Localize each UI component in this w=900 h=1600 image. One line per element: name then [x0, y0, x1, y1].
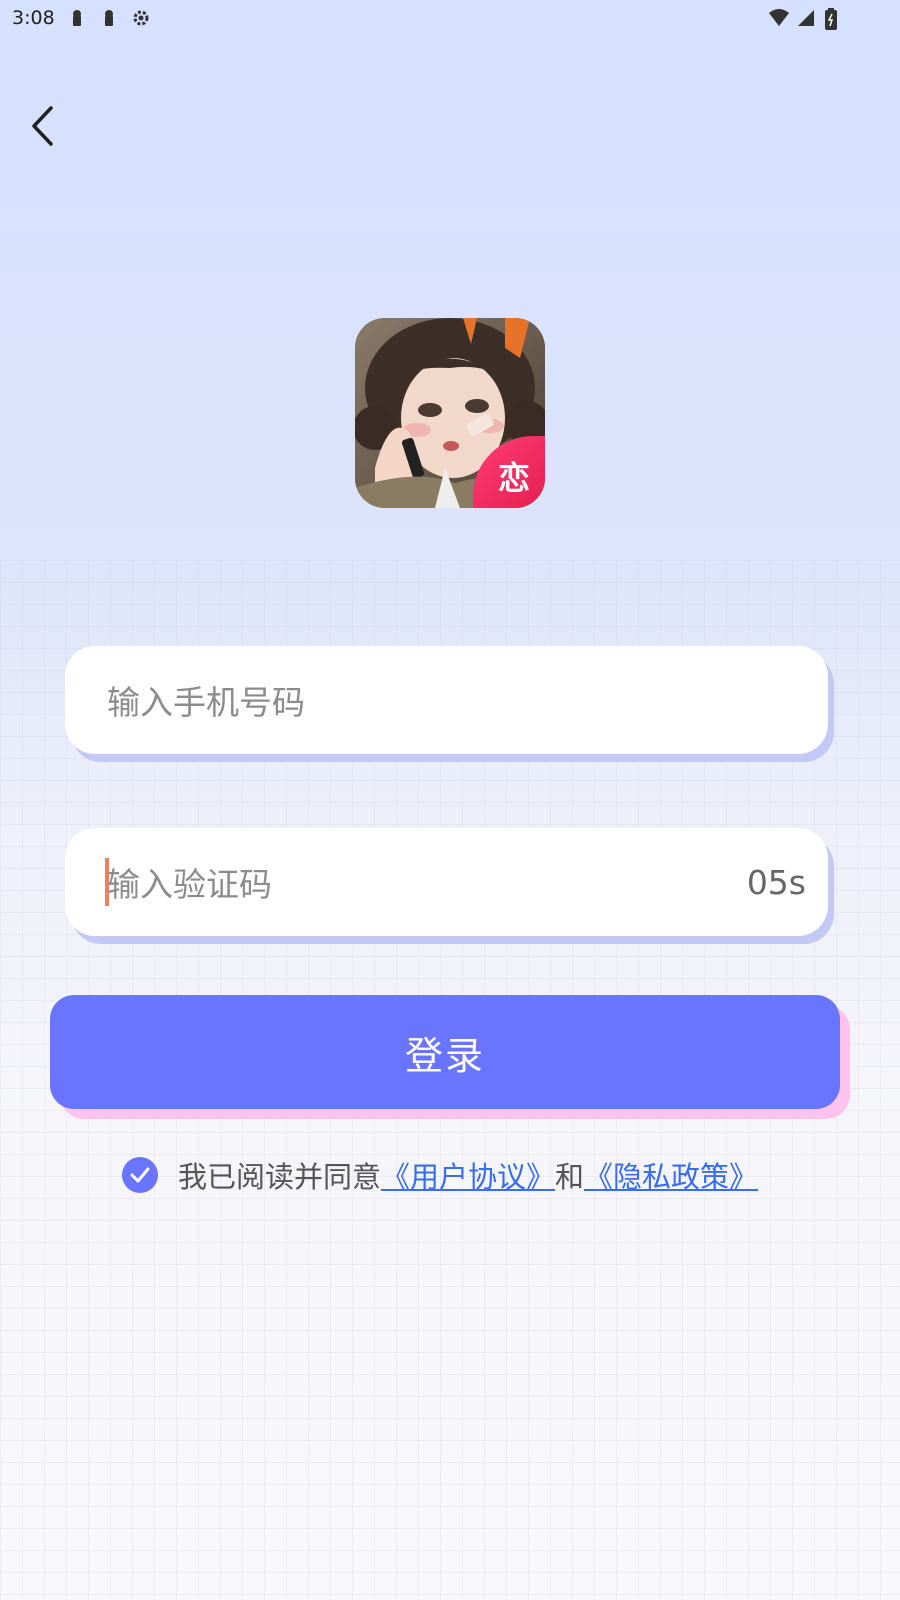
phone-input[interactable]: 输入手机号码: [65, 646, 828, 754]
back-button[interactable]: [20, 102, 64, 154]
signal-icon: [796, 8, 816, 28]
agreement-row: 我已阅读并同意 《用户协议》 和 《隐私政策》: [122, 1155, 758, 1195]
battery-icon: [824, 8, 844, 30]
notification-icon: [67, 8, 87, 28]
settings-icon: [131, 8, 151, 28]
verification-code-input[interactable]: 输入验证码 05s: [65, 828, 828, 936]
status-bar: 3:08: [0, 0, 900, 36]
code-placeholder: 输入验证码: [107, 865, 272, 904]
check-icon: [130, 1167, 150, 1183]
login-button[interactable]: 登录: [50, 995, 840, 1109]
agreement-checkbox[interactable]: [122, 1157, 158, 1193]
status-icons-left: [67, 8, 151, 28]
chevron-left-icon: [29, 105, 55, 151]
app-logo: 恋: [355, 318, 545, 508]
agreement-joiner: 和: [555, 1160, 585, 1194]
phone-placeholder: 输入手机号码: [107, 683, 305, 722]
privacy-policy-link[interactable]: 《隐私政策》: [584, 1154, 758, 1196]
status-time: 3:08: [12, 7, 55, 29]
agreement-prefix: 我已阅读并同意: [178, 1160, 382, 1194]
user-agreement-link[interactable]: 《用户协议》: [381, 1154, 555, 1196]
text-cursor: [105, 858, 109, 906]
logo-badge-text: 恋: [497, 459, 530, 497]
notification-icon: [99, 8, 119, 28]
resend-countdown[interactable]: 05s: [747, 863, 806, 902]
login-button-label: 登录: [404, 1033, 485, 1078]
status-icons-right: [768, 8, 888, 30]
wifi-icon: [768, 8, 789, 28]
